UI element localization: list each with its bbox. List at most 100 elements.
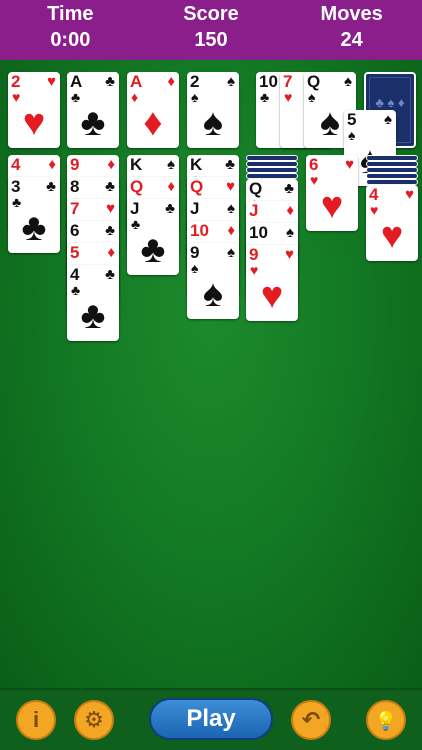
card-center-suit-icon: ♦: [143, 102, 163, 144]
card-corner-suit-icon: ♠: [286, 224, 294, 241]
card-corner-suit-icon: ♠: [167, 156, 175, 173]
card-rank: A: [130, 72, 143, 91]
card-suit-icon: ♣: [260, 89, 270, 105]
card-rank: 3: [11, 177, 21, 196]
bottom-toolbar: i ⚙ Play ↶ 💡: [0, 688, 422, 750]
time-value: 0:00: [50, 29, 91, 51]
card-suit-icon: ♠: [348, 127, 356, 143]
card-rank: Q: [190, 177, 204, 196]
playing-card[interactable]: 9 ♥ ♥ ♥: [246, 245, 298, 321]
playing-card[interactable]: A ♦ ♦ ♦: [127, 72, 179, 148]
card-center-suit-icon: ♠: [202, 102, 224, 144]
playing-card[interactable]: 9 ♠ ♠ ♠: [187, 243, 239, 319]
card-corner-suit-icon: ♠: [344, 73, 352, 90]
card-suit-icon: ♣: [71, 89, 81, 105]
time-stat: Time 0:00: [0, 0, 141, 60]
card-suit-icon: ♥: [250, 262, 259, 278]
playing-card[interactable]: 4 ♥ ♥ ♥: [366, 185, 418, 261]
card-rank: 5: [347, 110, 357, 129]
info-button[interactable]: i: [16, 700, 56, 740]
card-corner-suit-icon: ♠: [227, 244, 235, 261]
card-suit-icon: ♦: [131, 89, 139, 105]
card-suit-icon: ♣: [71, 282, 81, 298]
card-center-suit-icon: ♣: [21, 207, 47, 249]
card-rank: K: [190, 155, 203, 174]
card-suit-icon: ♥: [12, 89, 21, 105]
card-rank: 6: [309, 155, 319, 174]
card-suit-icon: ♥: [284, 89, 293, 105]
card-center-suit-icon: ♠: [202, 273, 224, 315]
moves-label: Moves: [320, 3, 383, 25]
card-center-suit-icon: ♥: [320, 185, 344, 227]
card-corner-suit-icon: ♦: [227, 222, 235, 239]
card-corner-suit-icon: ♣: [105, 266, 115, 283]
card-corner-suit-icon: ♦: [167, 73, 175, 90]
card-rank: 4: [369, 185, 379, 204]
card-rank: 5: [70, 243, 80, 262]
card-suit-icon: ♣: [131, 216, 141, 232]
playing-card[interactable]: A ♣ ♣ ♣: [67, 72, 119, 148]
playing-card[interactable]: 4 ♣ ♣ ♣: [67, 265, 119, 341]
card-center-suit-icon: ♥: [22, 102, 46, 144]
hint-button[interactable]: 💡: [366, 700, 406, 740]
card-corner-suit-icon: ♥: [345, 156, 354, 173]
card-rank: 10: [190, 221, 209, 240]
playing-card[interactable]: 3 ♣ ♣ ♣: [8, 177, 60, 253]
card-rank: 8: [70, 177, 80, 196]
playing-card[interactable]: J ♣ ♣ ♣: [127, 199, 179, 275]
settings-button[interactable]: ⚙: [74, 700, 114, 740]
score-stat: Score 150: [141, 0, 282, 60]
lightbulb-icon: 💡: [374, 711, 398, 731]
gear-icon: ⚙: [84, 707, 104, 732]
playing-card[interactable]: 2 ♥ ♥ ♥: [8, 72, 60, 148]
card-center-suit-icon: ♣: [80, 295, 106, 337]
info-icon: i: [32, 707, 40, 732]
card-suit-icon: ♥: [310, 172, 319, 188]
card-corner-suit-icon: ♥: [47, 73, 56, 90]
card-corner-suit-icon: ♠: [227, 200, 235, 217]
card-corner-suit-icon: ♣: [165, 200, 175, 217]
card-rank: A: [70, 72, 83, 91]
card-corner-suit-icon: ♣: [105, 178, 115, 195]
card-corner-suit-icon: ♦: [48, 156, 56, 173]
card-corner-suit-icon: ♠: [227, 73, 235, 90]
card-corner-suit-icon: ♦: [167, 178, 175, 195]
card-rank: 10: [259, 72, 278, 91]
card-center-suit-icon: ♣: [140, 229, 166, 271]
card-center-suit-icon: ♣: [80, 102, 106, 144]
card-rank: 10: [249, 223, 268, 242]
card-corner-suit-icon: ♦: [286, 202, 294, 219]
card-center-suit-icon: ♥: [380, 215, 404, 257]
card-rank: 7: [70, 199, 80, 218]
card-rank: 4: [70, 265, 80, 284]
play-button[interactable]: Play: [149, 698, 273, 740]
playing-card[interactable]: 6 ♥ ♥ ♥: [306, 155, 358, 231]
card-rank: Q: [249, 179, 263, 198]
card-corner-suit-icon: ♠: [384, 111, 392, 128]
moves-value: 24: [340, 29, 363, 51]
time-label: Time: [47, 3, 94, 25]
card-rank: K: [130, 155, 143, 174]
card-rank: J: [249, 201, 259, 220]
playing-card[interactable]: 2 ♠ ♠ ♠: [187, 72, 239, 148]
score-label: Score: [183, 3, 239, 25]
undo-button[interactable]: ↶: [291, 700, 331, 740]
game-table: ♣ ♠ ♦ ♥ 2♥♥♥A♣♣♣A♦♦♦2♠♠♠10♣♣7♥♥Q♠♠♠5♠♠♠4…: [0, 60, 422, 688]
card-suit-icon: ♥: [370, 202, 379, 218]
card-corner-suit-icon: ♣: [46, 178, 56, 195]
card-suit-icon: ♠: [191, 89, 199, 105]
card-rank: 2: [11, 72, 21, 91]
card-corner-suit-icon: ♥: [106, 200, 115, 217]
top-bar: Time 0:00 Score 150 Moves 24: [0, 0, 422, 60]
card-rank: 9: [70, 155, 80, 174]
card-rank: 4: [11, 155, 21, 174]
card-rank: 6: [70, 221, 80, 240]
card-corner-suit-icon: ♥: [226, 178, 235, 195]
card-rank: 7: [283, 72, 293, 91]
card-center-suit-icon: ♥: [260, 275, 284, 317]
card-rank: 9: [249, 245, 259, 264]
card-rank: J: [130, 199, 140, 218]
card-corner-suit-icon: ♦: [107, 244, 115, 261]
card-rank: 2: [190, 72, 200, 91]
card-suit-icon: ♠: [308, 89, 316, 105]
